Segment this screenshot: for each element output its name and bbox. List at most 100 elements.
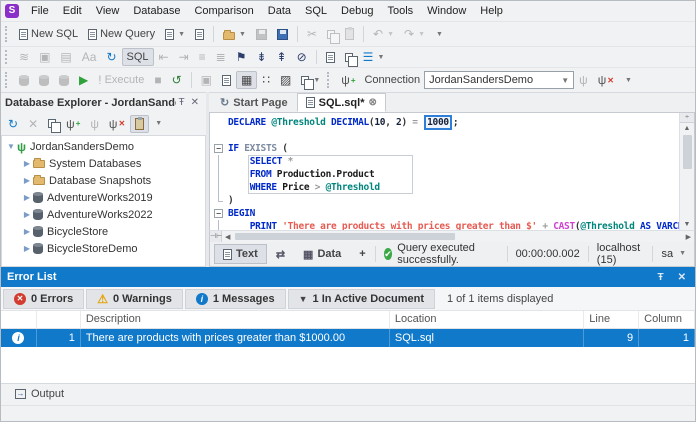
format-document-button[interactable]: ≋ [14,48,34,66]
run-button[interactable]: ▶ [74,71,93,89]
chart-button[interactable]: ▨ [275,71,296,89]
explorer-overflow[interactable]: ▼ [149,117,167,130]
clipboard-button[interactable] [130,115,149,133]
save-all-button[interactable] [272,26,293,43]
sql-formatter-button[interactable]: SQL [122,48,154,66]
scroll-right-icon[interactable]: ▶ [683,233,694,241]
active-document-filter-button[interactable]: ▼ 1 In Active Document [288,289,435,309]
chevron-collapsed-icon[interactable]: ▶ [22,193,32,202]
disconnect-button[interactable]: ψ✕ [593,71,619,89]
tab-text-results[interactable]: Text [214,244,267,264]
menu-view[interactable]: View [90,3,126,19]
toggle-bookmark-button[interactable]: ⚑ [231,48,252,66]
tab-start-page[interactable]: ↻ Start Page [211,93,297,112]
tab-output[interactable]: → Output [11,386,72,403]
save-button[interactable] [251,26,272,43]
menu-comparison[interactable]: Comparison [188,3,259,19]
column-header-location[interactable]: Location [390,311,584,328]
cut-button[interactable]: ✂ [302,25,322,43]
scrollbar-thumb[interactable] [683,135,692,169]
tree-item-bicyclestoredemo[interactable]: ▶BicycleStoreDemo [2,240,205,257]
code-line[interactable]: PRINT 'There are products with prices gr… [212,220,679,230]
scroll-left-icon[interactable]: ◀ [222,233,233,241]
properties-button[interactable] [43,116,61,131]
messages-filter-button[interactable]: i 1 Messages [185,289,286,309]
new-snippet-button[interactable] [321,49,340,66]
increase-indent-button[interactable]: ⇥ [174,48,194,66]
snippet-button[interactable]: ▣ [34,48,55,66]
new-connection-button[interactable]: ψ+ [61,115,85,133]
code-line[interactable]: WHERE Price > @Threshold [212,181,679,194]
code-line[interactable]: ) [212,194,679,207]
fold-collapse-icon[interactable]: − [212,207,225,220]
code-line[interactable]: FROM Production.Product [212,168,679,181]
copy-button[interactable] [322,27,340,42]
menu-debug[interactable]: Debug [335,3,379,19]
add-result-tab-button[interactable]: + [350,244,374,264]
chevron-collapsed-icon[interactable]: ▶ [22,210,32,219]
new-query-button[interactable]: New Query [83,25,160,43]
code-editor[interactable]: DECLARE @Threshold DECIMAL(10, 2) = 1000… [210,113,679,230]
close-icon[interactable]: ✕ [675,272,689,283]
menu-edit[interactable]: Edit [57,3,88,19]
new-document-button[interactable]: ▼ [160,26,190,43]
tree-item-database-snapshots[interactable]: ▶Database Snapshots [2,172,205,189]
tree-item-adventureworks2019[interactable]: ▶AdventureWorks2019 [2,189,205,206]
split-editor-handle[interactable]: ÷ [680,113,694,123]
database-compile-button[interactable] [14,72,34,89]
code-line[interactable]: −IF EXISTS ( [212,142,679,155]
scrollbar-thumb[interactable] [235,233,455,240]
database-debug-button[interactable] [34,72,54,89]
change-case-button[interactable]: Aa [77,48,102,66]
errors-filter-button[interactable]: ✕ 0 Errors [3,289,84,309]
chevron-collapsed-icon[interactable]: ▶ [22,176,32,185]
attach-document-button[interactable] [217,72,236,89]
decrease-indent-button[interactable]: ⇤ [154,48,174,66]
refresh-button[interactable]: ↻ [101,48,121,66]
prev-bookmark-button[interactable]: ⇞ [272,48,292,66]
clear-bookmarks-button[interactable]: ⊘ [292,48,312,66]
menu-file[interactable]: File [25,3,55,19]
chevron-collapsed-icon[interactable]: ▶ [22,244,32,253]
connection-overflow[interactable]: ▼ [619,74,637,87]
pin-icon[interactable]: Ŧ [176,97,188,108]
swap-results-button[interactable]: ⇄ [267,244,294,265]
code-line[interactable]: SELECT * [212,155,679,168]
column-header-number[interactable] [37,311,81,328]
tree-item-bicyclestore[interactable]: ▶BicycleStore [2,223,205,240]
connect-button[interactable]: ψ [574,71,593,89]
code-line[interactable]: −BEGIN [212,207,679,220]
redo-button[interactable]: ↷▼ [399,25,430,43]
column-header-column[interactable]: Column [639,311,695,328]
scroll-down-icon[interactable]: ▼ [684,219,691,230]
next-bookmark-button[interactable]: ⇟ [251,48,271,66]
menu-data[interactable]: Data [262,3,297,19]
close-tab-icon[interactable]: ⊗ [368,97,376,108]
delete-button[interactable]: ✕ [23,115,43,133]
connect-button[interactable]: ψ [85,115,104,133]
new-connection-button[interactable]: ψ+ [336,71,360,89]
tree-item-system-databases[interactable]: ▶System Databases [2,155,205,172]
fold-collapse-icon[interactable]: − [212,142,225,155]
filter-button[interactable]: ☰▼ [358,48,390,66]
menu-tools[interactable]: Tools [381,3,419,19]
tab-sql-document[interactable]: SQL.sql* ⊗ [297,93,386,112]
column-header-line[interactable]: Line [584,311,639,328]
scroll-up-icon[interactable]: ▲ [684,123,691,134]
column-header-icon[interactable] [1,311,37,328]
refresh-button[interactable]: ↻ [3,115,23,133]
new-item-button[interactable] [190,26,209,43]
window-list-button[interactable] [340,50,358,65]
query-profiler-button[interactable]: ▣ [196,71,217,89]
pin-icon[interactable]: Ŧ [655,272,667,283]
layout-button[interactable]: ∷ [257,71,275,89]
menu-sql[interactable]: SQL [299,3,333,19]
chevron-expanded-icon[interactable]: ▼ [6,142,16,151]
disconnect-button[interactable]: ψ✕ [104,115,130,133]
warnings-filter-button[interactable]: ⚠ 0 Warnings [86,289,183,309]
vertical-scrollbar[interactable]: ÷ ▲ ▼ [679,113,694,230]
new-sql-button[interactable]: New SQL [14,25,83,43]
open-file-button[interactable]: ▼ [218,26,251,43]
stop-button[interactable]: ■ [149,71,166,89]
tree-item-adventureworks2022[interactable]: ▶AdventureWorks2022 [2,206,205,223]
